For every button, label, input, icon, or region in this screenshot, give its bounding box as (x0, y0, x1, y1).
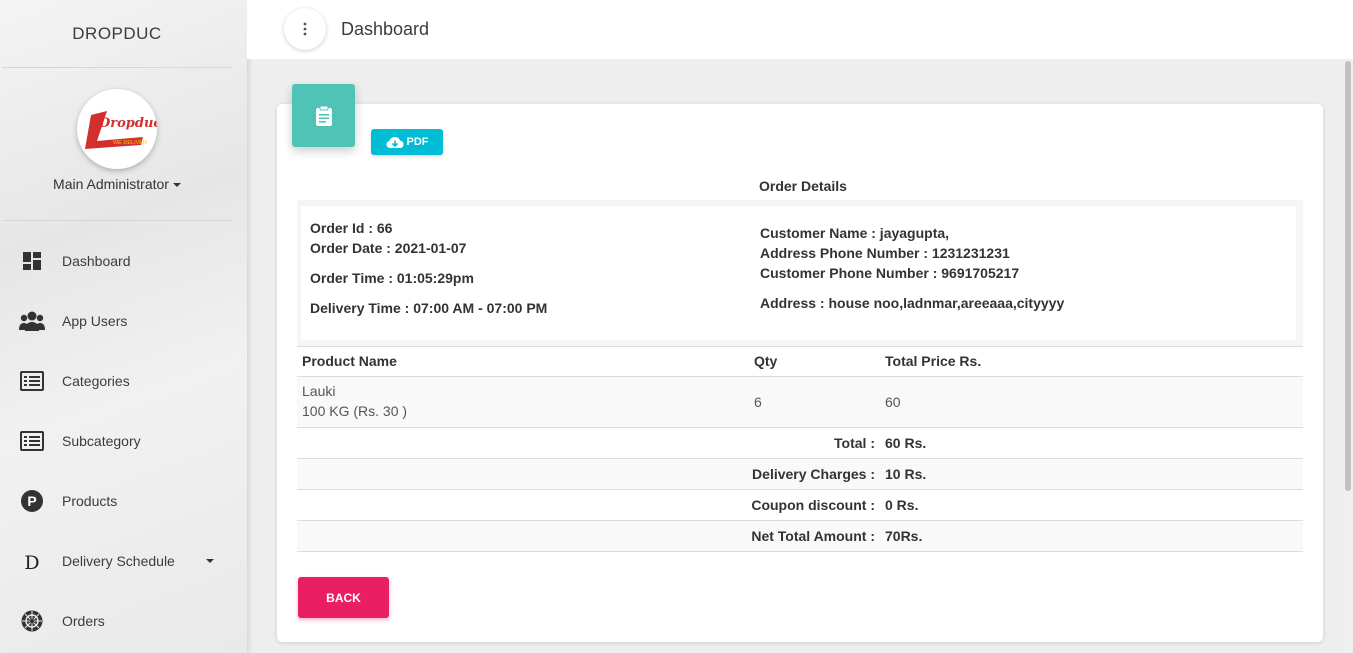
letter-d-icon: D (19, 548, 45, 574)
dashboard-icon (19, 248, 45, 274)
orders-icon (19, 608, 45, 634)
scrollbar-thumb[interactable] (1345, 61, 1351, 491)
summary-value: 70Rs. (885, 528, 923, 544)
column-header-total-price: Total Price Rs. (885, 353, 982, 369)
summary-label: Net Total Amount : (751, 528, 875, 544)
order-time: Order Time : 01:05:29pm (310, 270, 474, 286)
svg-text:WE DELIVER: WE DELIVER (113, 140, 147, 146)
sidebar-item-label: Categories (62, 373, 130, 389)
page-title: Dashboard (341, 19, 430, 39)
address-phone: Address Phone Number : 1231231231 (760, 245, 1010, 261)
profile-section: Dropduc WE DELIVER Main Administrator (2, 68, 232, 221)
summary-row-net-total: Net Total Amount : 70Rs. (297, 521, 1303, 552)
sidebar-item-label: Delivery Schedule (62, 553, 175, 569)
summary-value: 10 Rs. (885, 466, 927, 482)
pdf-label: PDF (406, 136, 429, 148)
more-vert-icon (303, 22, 307, 36)
summary-label: Coupon discount : (751, 497, 875, 513)
card-header-icon (292, 84, 355, 147)
summary-value: 60 Rs. (885, 435, 927, 451)
summary-label: Total : (834, 435, 875, 451)
pdf-download-button[interactable]: PDF (371, 129, 443, 155)
scrollbar[interactable] (1343, 59, 1353, 653)
sidebar-item-label: Products (62, 493, 118, 509)
svg-text:Dropduc: Dropduc (98, 116, 157, 131)
summary-row-total: Total : 60 Rs. (297, 428, 1303, 459)
summary-label: Delivery Charges : (752, 466, 875, 482)
cloud-download-icon (386, 136, 403, 148)
users-icon (19, 308, 45, 334)
sidebar-item-label: App Users (62, 313, 128, 329)
sidebar-item-delivery-schedule[interactable]: D Delivery Schedule (0, 541, 232, 581)
sidebar-item-orders[interactable]: Orders (0, 601, 232, 641)
customer-phone: Customer Phone Number : 9691705217 (760, 265, 1020, 281)
admin-name: Main Administrator (53, 176, 169, 192)
sidebar-item-app-users[interactable]: App Users (0, 301, 232, 341)
order-date: Order Date : 2021-01-07 (310, 240, 467, 256)
back-button[interactable]: BACK (298, 577, 389, 618)
table-header-row: Product Name Qty Total Price Rs. (297, 346, 1303, 377)
product-qty: 6 (754, 394, 762, 410)
sidebar-item-products[interactable]: P Products (0, 481, 232, 521)
product-total: 60 (885, 394, 901, 410)
list-icon (19, 368, 45, 394)
product-detail: 100 KG (Rs. 30 ) (302, 403, 408, 419)
summary-row-coupon: Coupon discount : 0 Rs. (297, 490, 1303, 521)
sidebar-item-label: Orders (62, 613, 105, 629)
caret-down-icon (172, 183, 181, 188)
product-name: Lauki (302, 383, 336, 399)
summary-row-delivery: Delivery Charges : 10 Rs. (297, 459, 1303, 490)
column-header-product: Product Name (302, 353, 397, 369)
sidebar-item-dashboard[interactable]: Dashboard (0, 241, 232, 281)
sidebar-item-categories[interactable]: Categories (0, 361, 232, 401)
chevron-down-icon (206, 559, 214, 563)
sidebar-item-label: Subcategory (62, 433, 141, 449)
sidebar-item-subcategory[interactable]: Subcategory (0, 421, 232, 461)
svg-text:D: D (24, 552, 39, 573)
more-menu-button[interactable] (284, 8, 326, 50)
sidebar-item-label: Dashboard (62, 253, 131, 269)
brand-title[interactable]: DROPDUC (2, 0, 232, 68)
customer-name: Customer Name : jayagupta, (760, 225, 950, 241)
table-row: Lauki 100 KG (Rs. 30 ) 6 60 (297, 377, 1303, 428)
products-p-icon: P (19, 488, 45, 514)
column-header-qty: Qty (754, 353, 778, 369)
order-details-title: Order Details (759, 178, 847, 194)
order-id: Order Id : 66 (310, 220, 393, 236)
summary-value: 0 Rs. (885, 497, 919, 513)
customer-address: Address : house noo,ladnmar,areeaaa,city… (760, 295, 1065, 311)
top-bar: Dashboard (247, 0, 1353, 59)
list-icon (19, 428, 45, 454)
delivery-time: Delivery Time : 07:00 AM - 07:00 PM (310, 300, 548, 316)
dropduc-logo: Dropduc WE DELIVER (85, 111, 157, 149)
svg-text:P: P (27, 493, 36, 509)
admin-dropdown[interactable]: Main Administrator (2, 176, 232, 192)
sidebar: DROPDUC Dropduc WE DELIVER Main Administ… (0, 0, 247, 653)
logo-avatar: Dropduc WE DELIVER (77, 89, 157, 169)
clipboard-icon (315, 105, 332, 126)
